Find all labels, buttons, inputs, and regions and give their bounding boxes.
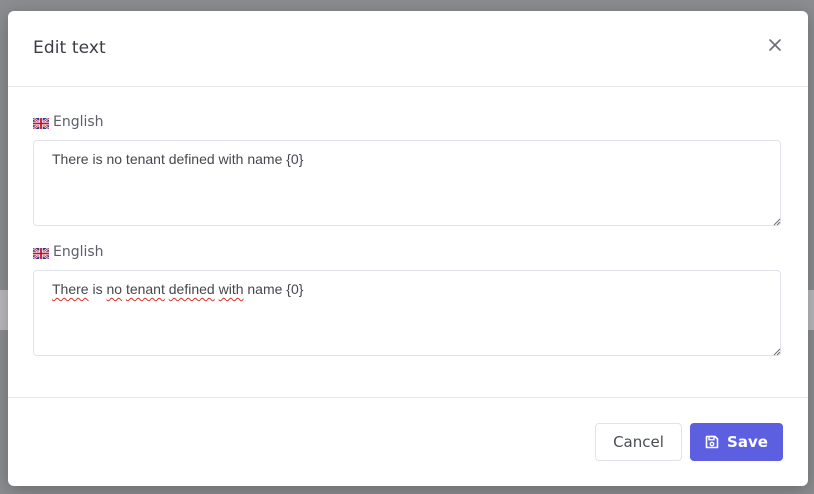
save-button[interactable]: Save	[690, 423, 783, 461]
uk-flag-icon	[32, 116, 50, 130]
source-text-value: There is no tenant defined with name {0}	[52, 151, 304, 167]
floppy-disk-icon	[705, 435, 719, 449]
language-label: English	[32, 244, 104, 260]
text-word: with	[218, 281, 244, 297]
close-icon[interactable]	[767, 37, 783, 53]
text-word: tenant	[125, 281, 165, 297]
edit-text-dialog: Edit text English There is no tenant def…	[8, 11, 808, 486]
source-text-area[interactable]: There is no tenant defined with name {0}	[33, 140, 781, 226]
language-label: English	[32, 114, 104, 130]
language-name: English	[53, 114, 104, 130]
language-name: English	[53, 244, 104, 260]
text-word: is	[88, 281, 107, 297]
target-text-area[interactable]: There is no tenant defined with name {0}	[33, 270, 781, 356]
resize-handle-icon[interactable]	[773, 218, 781, 226]
text-word: There	[52, 281, 89, 297]
text-word: name {0}	[243, 281, 304, 297]
dialog-footer: Cancel Save	[8, 397, 808, 487]
background-page	[0, 290, 8, 330]
save-label: Save	[727, 433, 768, 451]
uk-flag-icon	[32, 246, 50, 260]
text-word: defined	[168, 281, 215, 297]
background-page-right	[808, 290, 814, 330]
resize-handle-icon[interactable]	[773, 348, 781, 356]
dialog-header: Edit text	[8, 11, 808, 87]
cancel-button[interactable]: Cancel	[595, 423, 682, 461]
text-word: no	[106, 281, 123, 297]
dialog-title: Edit text	[33, 38, 106, 58]
cancel-label: Cancel	[613, 433, 664, 451]
